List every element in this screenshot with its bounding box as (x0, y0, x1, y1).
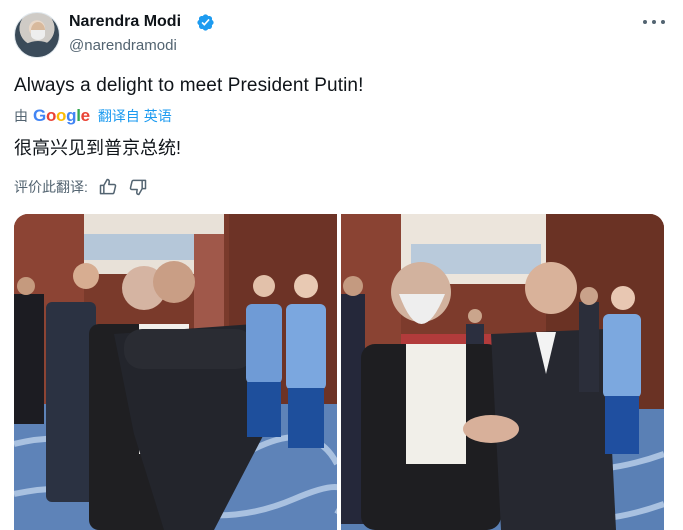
translation-by-label: 由 (14, 108, 28, 124)
tweet-text: Always a delight to meet President Putin… (14, 75, 364, 96)
dot (652, 20, 656, 24)
photo-hug[interactable] (14, 214, 337, 530)
photo-hug-image (14, 214, 337, 530)
dot (643, 20, 647, 24)
rate-translation-label: 评价此翻译: (14, 179, 88, 195)
author-handle[interactable]: @narendramodi (69, 37, 177, 54)
google-logo: Google (33, 106, 90, 125)
more-horizontal-icon[interactable] (643, 12, 665, 32)
translated-text: 很高兴见到普京总统! (14, 138, 182, 158)
verified-badge-icon (197, 14, 214, 31)
translate-link[interactable]: 翻译自 英语 (98, 106, 172, 126)
rate-translation: 评价此翻译: (14, 177, 148, 197)
translation-source: 由 Google 翻译自 英语 (14, 106, 172, 126)
photo-handshake[interactable] (341, 214, 664, 530)
dot (661, 20, 665, 24)
author-name[interactable]: Narendra Modi (69, 13, 181, 31)
avatar-shoulders (21, 41, 55, 57)
thumbs-up-icon[interactable] (98, 177, 118, 197)
avatar-beard (31, 30, 45, 40)
avatar[interactable] (14, 12, 60, 58)
photo-handshake-image (341, 214, 664, 530)
thumbs-down-icon[interactable] (128, 177, 148, 197)
